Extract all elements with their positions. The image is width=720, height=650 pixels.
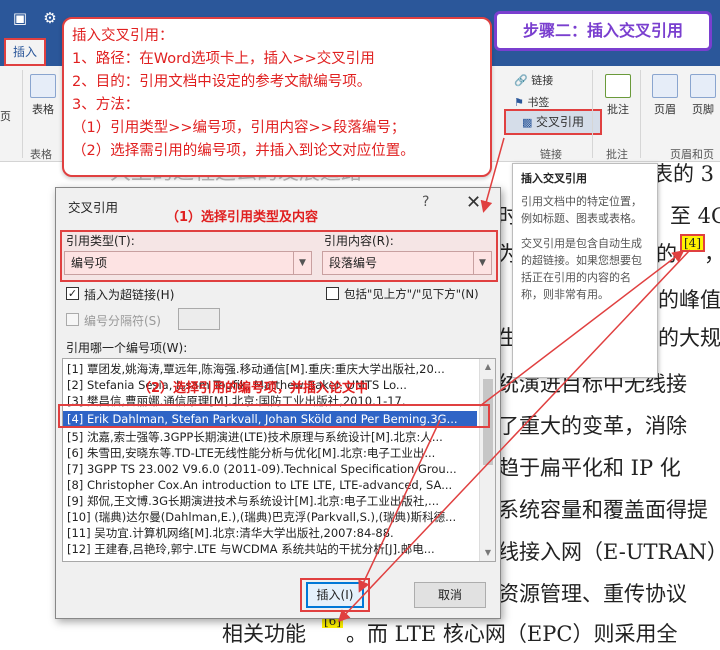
tab-insert[interactable]: 插入 [4, 38, 46, 66]
tooltip-text: 引用文档中的特定位置，例如标题、图表或表格。 [521, 195, 642, 225]
save-icon[interactable]: ▣ [10, 8, 30, 28]
doc-text-line: 线接入网（E-UTRAN） [498, 540, 720, 564]
doc-text-line: 。而 LTE 核心网（EPC）则采用全 [346, 622, 678, 646]
ref-type-label: 引用类型(T): [66, 234, 135, 248]
help-icon[interactable]: ? [422, 194, 429, 210]
note-line: 1、路径：在Word选项卡上，插入>>交叉引用 [72, 51, 375, 67]
ref-type-select[interactable]: 编号项 ▼ [64, 251, 312, 275]
note-line: （2）选择需引用的编号项，并插入到论文对应位置。 [72, 143, 415, 159]
citation-4[interactable]: [4] [680, 234, 705, 252]
instruction-note: 插入交叉引用： 1、路径：在Word选项卡上，插入>>交叉引用 2、目的：引用文… [62, 17, 492, 177]
ribbon-separator [592, 70, 593, 158]
list-item[interactable]: [11] 吴功宜.计算机网络[M].北京:清华大学出版社,2007:84-88. [63, 525, 477, 541]
doc-text-line: 趋于扁平化和 IP 化 [498, 456, 681, 480]
customize-icon[interactable]: ⚙ [40, 8, 60, 28]
footer-icon [690, 74, 716, 98]
cancel-button[interactable]: 取消 [414, 582, 486, 608]
link-icon: 🔗 [514, 74, 528, 87]
chevron-down-icon: ▼ [473, 252, 491, 274]
ribbon-separator [640, 70, 641, 158]
doc-text-line: 系统容量和覆盖面得提 [498, 498, 708, 522]
scroll-up-icon[interactable]: ▲ [480, 359, 495, 375]
doc-text-line: 表的 3 [652, 162, 715, 186]
comment-button[interactable]: 批注 [600, 74, 636, 117]
bookmark-icon: ⚑ [514, 96, 524, 109]
list-item[interactable]: [8] Christopher Cox.An introduction to L… [63, 477, 477, 493]
scroll-down-icon[interactable]: ▼ [480, 545, 495, 561]
doc-text-line: ， [704, 238, 720, 268]
note-line: 插入交叉引用： [72, 28, 174, 44]
separator-input[interactable] [178, 308, 220, 330]
note-line: 3、方法： [72, 97, 140, 113]
dialog-annotation-2: （2）选择引用的编号项，并插入论文中 [138, 381, 369, 396]
chevron-down-icon: ▼ [293, 252, 311, 274]
list-item[interactable]: [6] 朱雪田,安晓东等.TD-LTE无线性能分析与优化[M].北京:电子工业出… [63, 445, 477, 461]
pages-button-partial[interactable]: 页 [0, 108, 11, 124]
link-button[interactable]: 🔗 链接 [514, 72, 553, 88]
which-item-label: 引用哪一个编号项(W): [66, 341, 188, 355]
hyperlink-checkbox[interactable]: ✓ [66, 287, 79, 300]
list-item[interactable]: [10] (瑞典)达尔曼(Dahlman,E.),(瑞典)巴克浮(Parkval… [63, 509, 477, 525]
ref-content-select[interactable]: 段落编号 ▼ [322, 251, 492, 275]
table-group-label: 表格 [30, 148, 52, 161]
above-below-label: 包括"见上方"/"见下方"(N) [344, 287, 479, 301]
bookmark-button[interactable]: ⚑ 书签 [514, 94, 549, 110]
insert-button[interactable]: 插入(I) [306, 582, 364, 608]
footer-button[interactable]: 页脚 [686, 74, 720, 117]
above-below-checkbox[interactable] [326, 287, 339, 300]
table-icon [30, 74, 56, 98]
header-button[interactable]: 页眉 [648, 74, 682, 117]
doc-text-line: 了重大的变革，消除 [498, 414, 687, 438]
list-item[interactable]: [7] 3GPP TS 23.002 V9.6.0 (2011-09).Tech… [63, 461, 477, 477]
links-group-label: 链接 [540, 148, 562, 161]
ref-content-label: 引用内容(R): [324, 234, 394, 248]
note-line: （1）引用类型>>编号项，引用内容>>段落编号； [72, 120, 406, 136]
cross-reference-button[interactable]: ▩ 交叉引用 [504, 109, 602, 135]
hyperlink-label: 插入为超链接(H) [84, 288, 175, 302]
table-button[interactable]: 表格 [26, 74, 60, 117]
doc-text-line: 相关功能 [222, 622, 306, 646]
dialog-annotation-1: （1）选择引用类型及内容 [166, 210, 319, 225]
note-line: 2、目的：引用文档中设定的参考文献编号项。 [72, 74, 372, 90]
cross-reference-icon: ▩ [522, 116, 533, 129]
doc-text-line: 至 4G [670, 204, 720, 228]
doc-text-line: 资源管理、重传协议 [498, 582, 687, 606]
list-item[interactable]: [9] 郑侃,王文博.3G长期演进技术与系统设计[M].北京:电子工业出版社,.… [63, 493, 477, 509]
list-item[interactable]: [1] 覃团发,姚海涛,覃远年,陈海强.移动通信[M].重庆:重庆大学出版社,2… [63, 361, 477, 377]
cross-reference-tooltip: 插入交叉引用 引用文档中的特定位置，例如标题、图表或表格。 交叉引用是包含自动生… [512, 163, 658, 378]
tooltip-title: 插入交叉引用 [521, 172, 587, 185]
dialog-title: 交叉引用 [68, 200, 119, 215]
doc-text-line: 的大规 [658, 326, 720, 350]
list-scrollbar[interactable]: ▲ ▼ [479, 359, 495, 561]
tooltip-text: 交叉引用是包含自动生成的超链接。如果您想要包括正在引用的内容的名称，则非常有用。 [521, 237, 642, 301]
doc-text-line: 的峰值 [658, 288, 720, 312]
cross-reference-dialog: 交叉引用 （1）选择引用类型及内容 ? ✕ 引用类型(T): 编号项 ▼ 引用内… [55, 187, 501, 619]
comment-icon [605, 74, 631, 98]
list-item[interactable]: [5] 沈嘉,索士强等.3GPP长期演进(LTE)技术原理与系统设计[M].北京… [63, 429, 477, 445]
close-icon[interactable]: ✕ [466, 192, 481, 213]
header-icon [652, 74, 678, 98]
comment-group-label: 批注 [606, 148, 628, 161]
separator-checkbox[interactable] [66, 313, 79, 326]
ribbon-separator [22, 70, 23, 158]
doc-text-line: 的 [656, 242, 677, 266]
separator-label: 编号分隔符(S) [84, 314, 161, 328]
selected-item-highlight [58, 404, 490, 428]
list-item[interactable]: [12] 王建春,吕艳玲,郭宁.LTE 与WCDMA 系统共站的干扰分析[J].… [63, 541, 477, 557]
step-label: 步骤二：插入交叉引用 [494, 11, 712, 51]
